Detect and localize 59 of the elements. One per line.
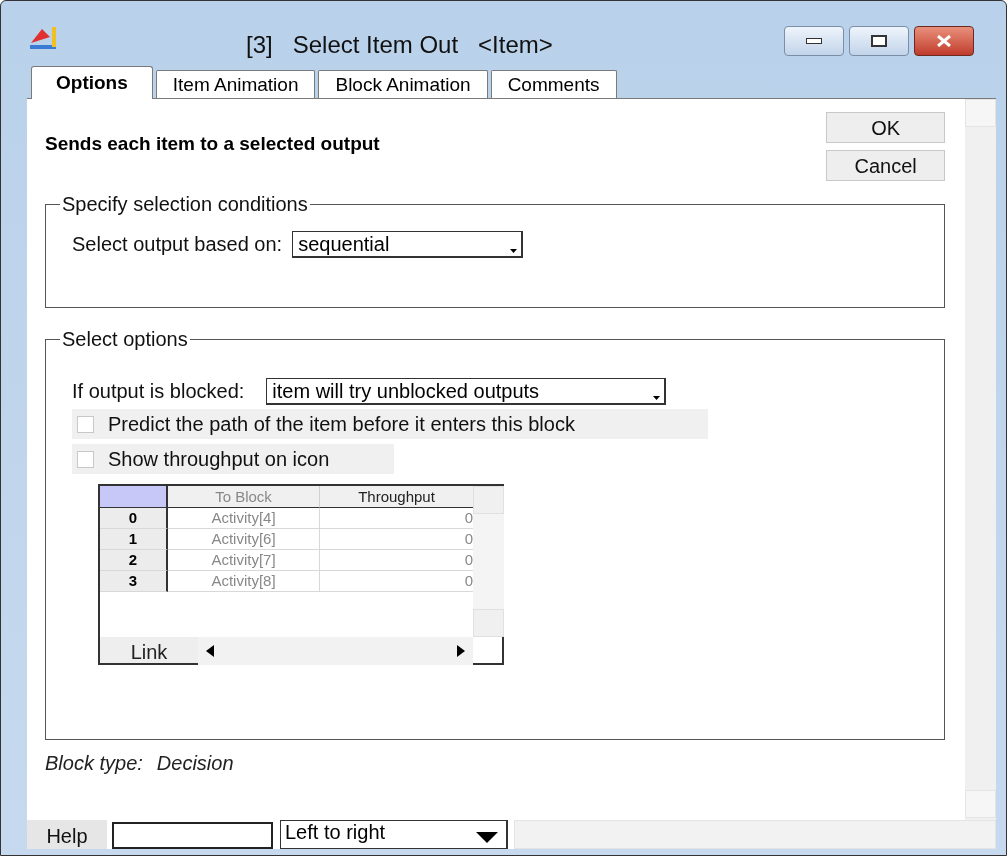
column-header: Throughput [320, 486, 473, 508]
link-button[interactable]: Link [100, 637, 198, 665]
group-title: Specify selection conditions [61, 192, 309, 217]
tab[interactable]: Item Animation [155, 70, 316, 98]
tab[interactable]: Options [31, 66, 153, 99]
table-cell: Activity[8] [168, 571, 320, 592]
dropdown[interactable]: item will try unblocked outputs [266, 377, 667, 405]
dialog-button[interactable]: OK [826, 112, 946, 143]
block-type-label: Block type: [45, 751, 143, 776]
window-title: [3] Select Item Out <Item> [246, 30, 553, 60]
close-button[interactable] [914, 26, 974, 56]
field-label: If output is blocked: [72, 379, 245, 404]
tab[interactable]: Block Animation [318, 70, 488, 98]
input-field[interactable] [112, 822, 273, 849]
checkbox-row[interactable]: Predict the path of the item before it enters this block [72, 409, 708, 439]
row-header: 0 [100, 508, 168, 529]
help-button[interactable]: Help [27, 820, 107, 849]
dropdown-value: Left to right [285, 821, 386, 845]
minimize-button[interactable] [784, 26, 844, 56]
description: Sends each item to a selected output [45, 132, 380, 156]
table-cell: Activity[4] [168, 508, 320, 529]
caret-icon [653, 395, 661, 400]
dropdown-value: item will try unblocked outputs [272, 380, 540, 401]
column-header: To Block [168, 486, 320, 508]
scroll-down-button[interactable] [473, 609, 504, 637]
checkbox[interactable] [77, 450, 94, 468]
group-title: Select options [61, 327, 189, 352]
field-label: Select output based on: [72, 232, 283, 257]
corner-box [473, 637, 504, 665]
scroll-right-icon[interactable] [457, 645, 465, 657]
scroll-left-icon[interactable] [206, 645, 214, 657]
checkbox[interactable] [77, 415, 94, 433]
checkbox-label: Predict the path of the item before it enters this block [108, 412, 575, 437]
scroll-up-button[interactable] [473, 486, 504, 514]
table-cell: Activity[6] [168, 529, 320, 550]
caret-icon [510, 248, 518, 253]
dialog-button[interactable]: Cancel [826, 150, 946, 181]
maximize-icon [871, 35, 887, 47]
table-cell: Activity[7] [168, 550, 320, 571]
close-icon [936, 35, 952, 47]
scroll-up-button[interactable] [965, 99, 996, 127]
caret-icon [476, 832, 498, 843]
maximize-button[interactable] [849, 26, 909, 56]
dropdown-value: sequential [298, 233, 390, 254]
row-header: 1 [100, 529, 168, 550]
vertical-scrollbar[interactable] [473, 486, 504, 637]
dropdown[interactable]: sequential [292, 230, 524, 258]
row-header: 2 [100, 550, 168, 571]
row-header: 3 [100, 571, 168, 592]
minimize-icon [806, 38, 822, 44]
checkbox-row[interactable]: Show throughput on icon [72, 444, 394, 474]
block-type-value: Decision [156, 751, 234, 776]
tab[interactable]: Comments [490, 70, 617, 98]
scroll-down-button[interactable] [965, 790, 996, 818]
horizontal-scrollbar[interactable] [198, 637, 473, 665]
direction-dropdown[interactable]: Left to right [280, 820, 508, 849]
vertical-scrollbar[interactable] [965, 99, 996, 820]
checkbox-label: Show throughput on icon [108, 447, 330, 472]
horizontal-scrollbar[interactable] [514, 820, 996, 849]
